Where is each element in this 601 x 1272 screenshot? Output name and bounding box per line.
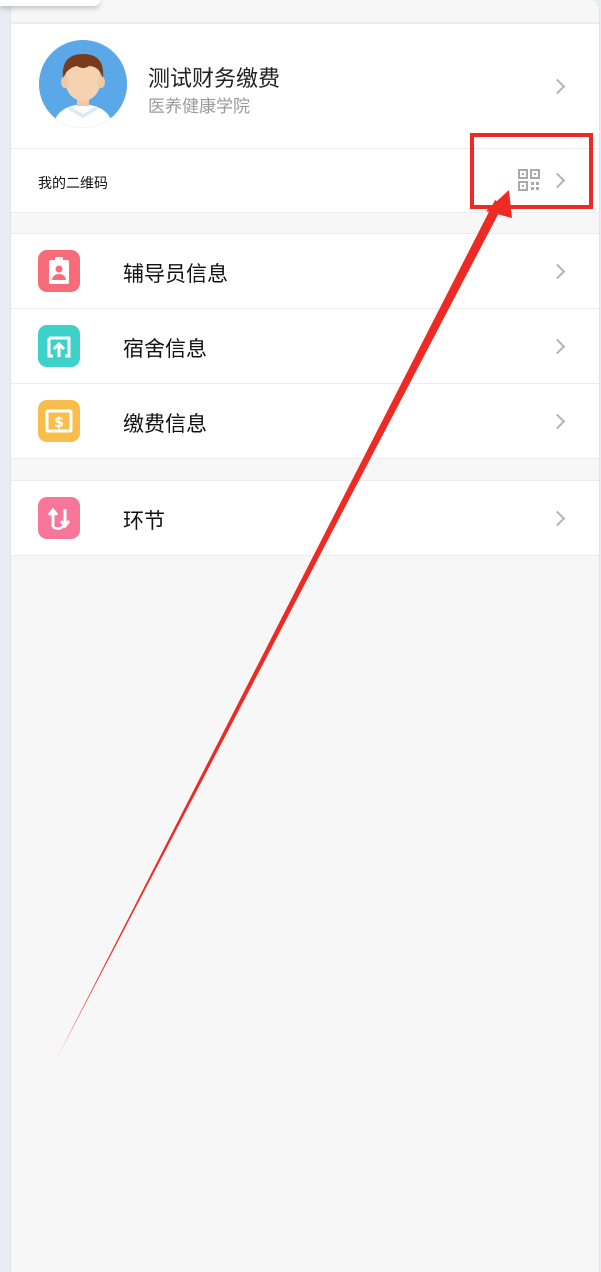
menu-label: 宿舍信息 — [123, 337, 207, 361]
menu-label: 辅导员信息 — [123, 262, 228, 286]
dollar-card-icon: $ — [38, 400, 80, 442]
id-badge-icon — [38, 250, 80, 292]
menu-item-dorm-info[interactable]: 宿舍信息 — [11, 309, 599, 384]
top-bar — [11, 0, 599, 23]
chevron-right-icon — [549, 510, 566, 527]
swap-arrows-icon — [38, 497, 80, 539]
menu-label: 缴费信息 — [123, 412, 207, 436]
user-school: 医养健康学院 — [148, 97, 250, 117]
info-menu: 辅导员信息 宿舍信息 $ 缴费信息 — [11, 233, 599, 459]
avatar — [39, 40, 127, 128]
qr-label: 我的二维码 — [38, 176, 108, 192]
menu-label: 环节 — [123, 509, 165, 533]
avatar-illustration-icon — [39, 40, 127, 128]
process-menu: 环节 — [11, 480, 599, 556]
annotation-highlight-box — [470, 133, 593, 209]
chevron-right-icon — [549, 78, 566, 95]
window-shadow — [0, 0, 100, 6]
chevron-right-icon — [549, 413, 566, 430]
menu-item-counselor-info[interactable]: 辅导员信息 — [11, 234, 599, 309]
menu-item-payment-info[interactable]: $ 缴费信息 — [11, 384, 599, 458]
upload-box-icon — [38, 325, 80, 367]
user-name: 测试财务缴费 — [148, 67, 281, 92]
chevron-right-icon — [549, 338, 566, 355]
profile-header[interactable]: 测试财务缴费 医养健康学院 — [11, 24, 599, 149]
menu-item-process[interactable]: 环节 — [11, 481, 599, 555]
chevron-right-icon — [549, 263, 566, 280]
svg-text:$: $ — [54, 415, 64, 431]
